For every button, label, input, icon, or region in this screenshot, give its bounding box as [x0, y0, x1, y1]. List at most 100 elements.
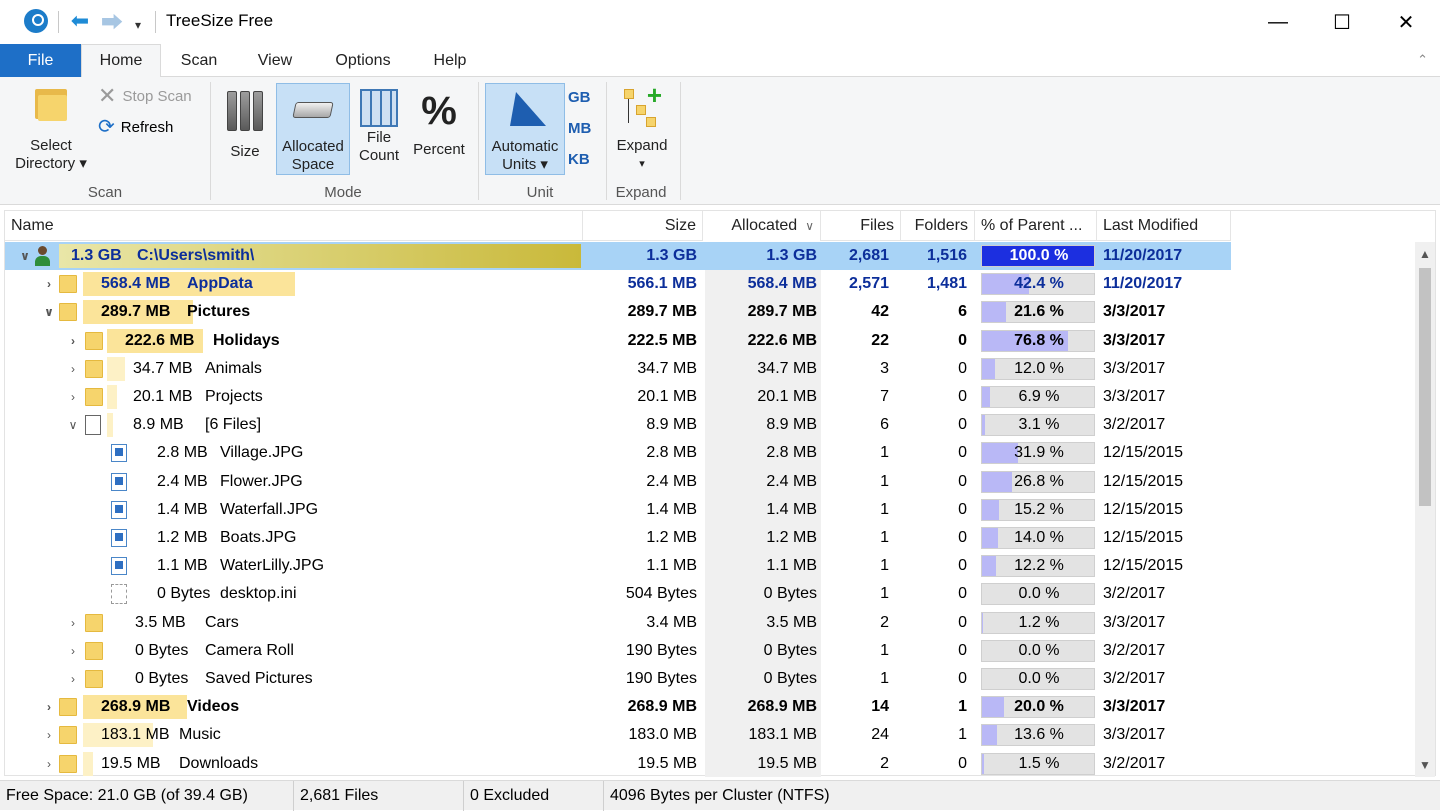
row-size-label: 289.7 MB	[101, 303, 171, 321]
row-name: Cars	[205, 613, 239, 631]
expand-toggle-icon[interactable]: ›	[65, 609, 81, 637]
row-files: 2,681	[848, 247, 889, 264]
ribbon-tabs: File Home Scan View Options Help ⌃	[0, 44, 1440, 78]
row-size-label: 3.5 MB	[135, 613, 186, 631]
column-header-percent[interactable]: % of Parent ...	[975, 211, 1097, 241]
expand-toggle-icon[interactable]: ›	[41, 721, 57, 749]
tab-view[interactable]: View	[244, 44, 306, 77]
column-header-name[interactable]: Name	[5, 211, 583, 241]
group-separator	[210, 82, 211, 200]
expand-toggle-icon[interactable]: ›	[41, 750, 57, 778]
table-row[interactable]: 1.2 MB Boats.JPG 1.2 MB 1.2 MB 1 0 14.0 % 12/…	[5, 524, 1231, 552]
close-button[interactable]: ✕	[1374, 0, 1438, 44]
expand-toggle-icon[interactable]: ›	[65, 355, 81, 383]
row-size: 34.7 MB	[637, 359, 697, 377]
tab-help[interactable]: Help	[420, 44, 480, 77]
column-header-last-modified[interactable]: Last Modified	[1097, 211, 1231, 241]
row-size: 566.1 MB	[627, 275, 697, 293]
table-row[interactable]: ∨ 289.7 MB Pictures 289.7 MB 289.7 MB 42 6 21.…	[5, 298, 1231, 326]
expand-toggle-icon[interactable]: ›	[65, 327, 81, 355]
scroll-up-icon[interactable]: ▲	[1415, 244, 1435, 264]
table-row[interactable]: 1.1 MB WaterLilly.JPG 1.1 MB 1.1 MB 1 0 12.2 …	[5, 552, 1231, 580]
row-name: C:\Users\smith\	[137, 247, 255, 264]
row-folders: 0	[958, 416, 967, 434]
table-row[interactable]: › 3.5 MB Cars 3.4 MB 3.5 MB 2 0 1.2 % 3/3/2017	[5, 609, 1231, 637]
column-header-folders[interactable]: Folders	[901, 211, 975, 241]
title-separator	[58, 11, 59, 33]
row-last-modified: 12/15/2015	[1103, 500, 1184, 518]
expand-toggle-icon[interactable]: ›	[65, 665, 81, 693]
row-files: 1	[880, 529, 889, 546]
row-last-modified: 11/20/2017	[1103, 247, 1183, 264]
table-row[interactable]: › 222.6 MB Holidays 222.5 MB 222.6 MB 22 0 76.…	[5, 327, 1231, 355]
expand-toggle-icon[interactable]: ∨	[17, 242, 33, 270]
automatic-units-button[interactable]: Automatic Units ▾	[485, 83, 565, 175]
table-row[interactable]: 0 Bytes desktop.ini 504 Bytes 0 Bytes 1 0 0.0…	[5, 580, 1231, 608]
expand-toggle-icon[interactable]: ∨	[65, 411, 81, 439]
collapse-ribbon-icon[interactable]: ⌃	[1417, 52, 1428, 68]
row-folders: 0	[958, 529, 967, 546]
percent-bar: 1.2 %	[981, 611, 1095, 634]
unit-gb-button[interactable]: GB	[568, 89, 591, 106]
expand-toggle-icon[interactable]: ›	[41, 693, 57, 721]
table-row[interactable]: 2.8 MB Village.JPG 2.8 MB 2.8 MB 1 0 31.9 % 1…	[5, 439, 1231, 467]
row-size-label: 183.1 MB	[101, 726, 170, 744]
row-folders: 0	[958, 388, 967, 405]
size-mode-button[interactable]: Size	[220, 83, 270, 177]
table-row[interactable]: › 19.5 MB Downloads 19.5 MB 19.5 MB 2 0 1.5 % …	[5, 750, 1231, 778]
column-header-size[interactable]: Size	[583, 211, 703, 241]
tab-home[interactable]: Home	[81, 44, 161, 78]
row-percent: 0.0 %	[1018, 585, 1060, 603]
unit-mb-button[interactable]: MB	[568, 120, 591, 137]
scroll-down-icon[interactable]: ▼	[1415, 755, 1435, 775]
table-row[interactable]: › 0 Bytes Camera Roll 190 Bytes 0 Bytes 1 0 0.…	[5, 637, 1231, 665]
tab-file[interactable]: File	[0, 44, 81, 77]
expand-toggle-icon[interactable]: ›	[41, 270, 57, 298]
vertical-scrollbar[interactable]: ▲ ▼	[1415, 242, 1435, 777]
row-size-label: 1.1 MB	[157, 557, 208, 575]
table-row[interactable]: › 34.7 MB Animals 34.7 MB 34.7 MB 3 0 12.0 % 3…	[5, 355, 1231, 383]
maximize-button[interactable]: ☐	[1310, 0, 1374, 44]
table-row[interactable]: 2.4 MB Flower.JPG 2.4 MB 2.4 MB 1 0 26.8 % 12…	[5, 468, 1231, 496]
percent-button[interactable]: % Percent	[408, 83, 470, 177]
unit-kb-button[interactable]: KB	[568, 151, 590, 168]
back-arrow-icon[interactable]: ⬅	[66, 8, 94, 34]
stop-scan-button[interactable]: ✕ Stop Scan	[98, 85, 192, 107]
tab-scan[interactable]: Scan	[168, 44, 230, 77]
table-row[interactable]: › 20.1 MB Projects 20.1 MB 20.1 MB 7 0 6.9 % 3…	[5, 383, 1231, 411]
row-percent: 15.2 %	[1014, 500, 1064, 518]
allocated-space-button[interactable]: Allocated Space	[276, 83, 350, 175]
row-name: Camera Roll	[205, 641, 294, 659]
percent-bar: 31.9 %	[981, 442, 1095, 465]
scroll-thumb[interactable]	[1419, 268, 1431, 506]
quick-access-dropdown-icon[interactable]: ▾	[130, 10, 146, 32]
column-header-allocated[interactable]: Allocated ∨	[703, 211, 821, 241]
column-header-files[interactable]: Files	[821, 211, 901, 241]
table-row[interactable]: ∨ 1.3 GB C:\Users\smith\ 1.3 GB 1.3 GB 2,681 1…	[5, 242, 1231, 270]
row-folders: 1	[958, 726, 967, 744]
row-folders: 0	[958, 500, 967, 518]
select-directory-button[interactable]: Select Directory ▾	[8, 83, 94, 177]
tab-options[interactable]: Options	[322, 44, 404, 77]
expand-toggle-icon[interactable]: ∨	[41, 298, 57, 326]
refresh-icon: ⟳	[98, 116, 115, 138]
table-row[interactable]: › 0 Bytes Saved Pictures 190 Bytes 0 Bytes 1 0…	[5, 665, 1231, 693]
percent-bar: 76.8 %	[981, 329, 1095, 352]
refresh-button[interactable]: ⟳ Refresh	[98, 116, 173, 138]
expand-toggle-icon[interactable]: ›	[65, 637, 81, 665]
table-row[interactable]: 1.4 MB Waterfall.JPG 1.4 MB 1.4 MB 1 0 15.2 %…	[5, 496, 1231, 524]
file-count-button[interactable]: File Count	[354, 83, 404, 177]
row-last-modified: 3/2/2017	[1103, 670, 1166, 687]
forward-arrow-icon[interactable]: ⮕	[98, 8, 126, 35]
row-folders: 1	[958, 698, 967, 716]
minimize-button[interactable]: —	[1246, 0, 1310, 44]
window-title: TreeSize Free	[166, 11, 274, 30]
table-row[interactable]: › 183.1 MB Music 183.0 MB 183.1 MB 24 1 13.6 %…	[5, 721, 1231, 749]
table-row[interactable]: ∨ 8.9 MB [6 Files] 8.9 MB 8.9 MB 6 0 3.1 % 3/2…	[5, 411, 1231, 439]
table-row[interactable]: › 268.9 MB Videos 268.9 MB 268.9 MB 14 1 20.0 …	[5, 693, 1231, 721]
expand-toggle-icon[interactable]: ›	[65, 383, 81, 411]
expand-button[interactable]: + Expand ▾	[612, 82, 672, 177]
expand-dropdown-icon[interactable]: ▾	[612, 155, 672, 173]
treesize-window: ⬅ ⮕ ▾ TreeSize Free — ☐ ✕ File Home Scan…	[0, 0, 1440, 811]
table-row[interactable]: › 568.4 MB AppData 566.1 MB 568.4 MB 2,571 1,4…	[5, 270, 1231, 298]
